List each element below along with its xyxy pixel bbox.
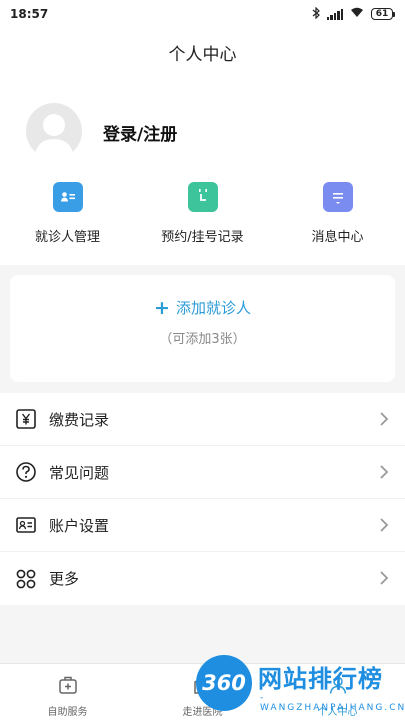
person-icon <box>327 674 349 700</box>
bluetooth-icon <box>312 6 320 22</box>
default-avatar-icon <box>34 114 74 159</box>
add-patient-card[interactable]: + 添加就诊人 （可添加3张） <box>10 275 395 382</box>
grid-more-icon <box>15 568 37 590</box>
nav-hospital[interactable]: 走进医院 <box>135 664 270 720</box>
nav-self-service[interactable]: 自助服务 <box>0 664 135 720</box>
settings-menu: 缴费记录 常见问题 账户设置 更多 <box>0 393 405 605</box>
menu-item-label: 常见问题 <box>49 463 110 482</box>
quick-action-label: 就诊人管理 <box>34 230 100 245</box>
quick-action-patient-management[interactable]: 就诊人管理 <box>0 182 135 245</box>
nav-label: 自助服务 <box>47 707 88 718</box>
status-time: 18:57 <box>10 7 49 21</box>
login-register-link[interactable]: 登录/注册 <box>103 120 177 145</box>
menu-item-label: 缴费记录 <box>49 410 110 429</box>
menu-item-faq[interactable]: 常见问题 <box>0 446 405 499</box>
status-icons: 61 <box>312 6 395 22</box>
chevron-right-icon <box>380 571 389 585</box>
quick-action-label: 预约/挂号记录 <box>161 230 244 245</box>
bottom-nav: 自助服务 走进医院 个人中心 <box>0 663 405 720</box>
quick-actions: 就诊人管理 预约/挂号记录 消息中心 <box>0 182 405 245</box>
nav-label: 走进医院 <box>182 707 223 718</box>
wifi-icon <box>350 7 364 21</box>
menu-item-account-settings[interactable]: 账户设置 <box>0 499 405 552</box>
menu-item-more[interactable]: 更多 <box>0 552 405 605</box>
chevron-right-icon <box>380 465 389 479</box>
battery-level: 61 <box>371 8 393 20</box>
signal-icon <box>326 8 343 20</box>
battery-icon: 61 <box>371 8 395 20</box>
avatar[interactable] <box>26 103 82 159</box>
yuan-receipt-icon <box>15 408 37 430</box>
status-bar: 18:57 61 <box>0 0 405 28</box>
medical-kit-icon <box>57 674 79 700</box>
add-patient-label: 添加就诊人 <box>175 299 251 317</box>
menu-item-label: 更多 <box>49 570 80 588</box>
hospital-icon <box>192 674 214 700</box>
nav-personal-center[interactable]: 个人中心 <box>270 664 405 720</box>
page-title: 个人中心 <box>168 45 237 65</box>
add-patient-hint: （可添加3张） <box>159 332 246 347</box>
chevron-right-icon <box>380 518 389 532</box>
message-icon <box>322 182 353 212</box>
patient-card-icon <box>52 182 83 212</box>
add-patient-button[interactable]: + 添加就诊人 <box>10 297 395 319</box>
menu-item-payment-records[interactable]: 缴费记录 <box>0 393 405 446</box>
question-icon <box>15 461 37 483</box>
quick-action-label: 消息中心 <box>311 230 364 245</box>
chevron-right-icon <box>380 412 389 426</box>
menu-item-label: 账户设置 <box>49 516 110 535</box>
nav-label: 个人中心 <box>317 707 358 718</box>
plus-icon: + <box>154 297 170 319</box>
account-card-icon <box>15 514 37 536</box>
quick-action-message-center[interactable]: 消息中心 <box>270 182 405 245</box>
profile-panel: 个人中心 登录/注册 就诊人管理 预约/挂号记录 消息中心 <box>0 28 405 265</box>
calendar-icon <box>187 182 218 212</box>
quick-action-appointment-records[interactable]: 预约/挂号记录 <box>135 182 270 245</box>
